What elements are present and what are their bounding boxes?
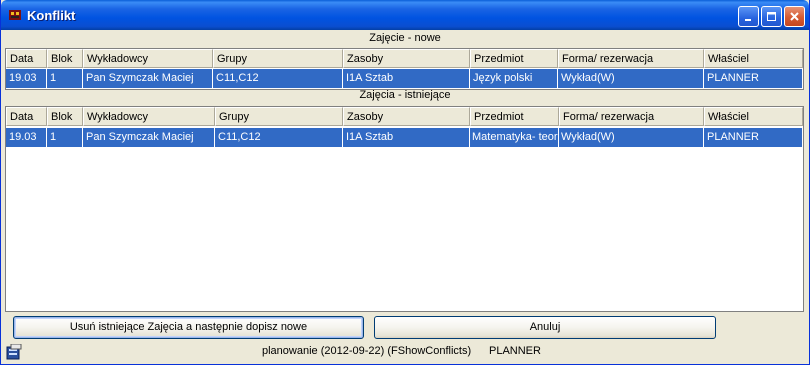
cell-wykladowcy: Pan Szymczak Maciej <box>83 128 215 147</box>
col-header-wykladowcy[interactable]: Wykładowcy <box>83 49 213 68</box>
col-header-zasoby[interactable]: Zasoby <box>343 107 470 126</box>
col-header-data[interactable]: Data <box>6 49 47 68</box>
cell-wlasciciel: PLANNER <box>704 128 803 147</box>
col-header-grupy[interactable]: Grupy <box>215 107 343 126</box>
table-row[interactable]: 19.03 1 Pan Szymczak Maciej C11,C12 I1A … <box>6 69 803 88</box>
minimize-button[interactable] <box>738 6 759 27</box>
new-section-label: Zajęcie - nowe <box>369 32 441 44</box>
cell-grupy: C11,C12 <box>213 69 343 88</box>
col-header-przedmiot[interactable]: Przedmiot <box>470 49 558 68</box>
col-header-blok[interactable]: Blok <box>47 49 83 68</box>
new-lessons-grid[interactable]: Data Blok Wykładowcy Grupy Zasoby Przedm… <box>5 48 804 90</box>
status-user: PLANNER <box>489 345 541 357</box>
status-bar: planowanie (2012-09-22) (FShowConflicts)… <box>4 342 806 361</box>
close-button[interactable] <box>784 6 805 27</box>
cell-blok: 1 <box>47 69 83 88</box>
cell-przedmiot: Matematyka- teori <box>470 128 559 147</box>
new-grid-header: Data Blok Wykładowcy Grupy Zasoby Przedm… <box>6 49 803 68</box>
existing-grid-header: Data Blok Wykładowcy Grupy Zasoby Przedm… <box>6 107 803 126</box>
cell-forma: Wykład(W) <box>559 128 704 147</box>
database-icon <box>6 344 22 360</box>
maximize-icon <box>767 12 776 21</box>
table-row[interactable]: 19.03 1 Pan Szymczak Maciej C11,C12 I1A … <box>6 128 803 147</box>
cancel-button[interactable]: Anuluj <box>374 316 716 339</box>
col-header-wlasciciel[interactable]: Właściel <box>704 107 803 126</box>
cell-wlasciciel: PLANNER <box>704 69 803 88</box>
cell-forma: Wykład(W) <box>558 69 704 88</box>
cell-zasoby: I1A Sztab <box>343 69 470 88</box>
cell-data: 19.03 <box>6 128 47 147</box>
replace-existing-button[interactable]: Usuń istniejące Zajęcia a następnie dopi… <box>13 316 364 339</box>
col-header-grupy[interactable]: Grupy <box>213 49 343 68</box>
close-icon <box>790 12 799 21</box>
window-title: Konflikt <box>27 8 76 23</box>
status-text: planowanie (2012-09-22) (FShowConflicts) <box>262 345 472 357</box>
minimize-icon <box>745 19 751 21</box>
title-bar[interactable]: Konflikt <box>1 0 809 30</box>
col-header-wlasciciel[interactable]: Właściel <box>704 49 803 68</box>
cell-blok: 1 <box>47 128 83 147</box>
maximize-button[interactable] <box>761 6 782 27</box>
existing-lessons-grid[interactable]: Data Blok Wykładowcy Grupy Zasoby Przedm… <box>5 106 804 312</box>
col-header-data[interactable]: Data <box>6 107 47 126</box>
app-icon <box>9 10 21 20</box>
col-header-forma[interactable]: Forma/ rezerwacja <box>558 49 704 68</box>
existing-section-label: Zajęcia - istniejące <box>359 89 451 101</box>
conflict-dialog: Konflikt Zajęcie - nowe Data Blok Wykład… <box>0 0 810 365</box>
dialog-body: Zajęcie - nowe Data Blok Wykładowcy Grup… <box>4 30 806 361</box>
col-header-forma[interactable]: Forma/ rezerwacja <box>559 107 704 126</box>
cell-grupy: C11,C12 <box>215 128 343 147</box>
cell-zasoby: I1A Sztab <box>343 128 470 147</box>
cell-data: 19.03 <box>6 69 47 88</box>
col-header-wykladowcy[interactable]: Wykładowcy <box>83 107 215 126</box>
col-header-zasoby[interactable]: Zasoby <box>343 49 470 68</box>
cell-przedmiot: Język polski <box>470 69 558 88</box>
col-header-przedmiot[interactable]: Przedmiot <box>470 107 559 126</box>
col-header-blok[interactable]: Blok <box>47 107 83 126</box>
cell-wykladowcy: Pan Szymczak Maciej <box>83 69 213 88</box>
